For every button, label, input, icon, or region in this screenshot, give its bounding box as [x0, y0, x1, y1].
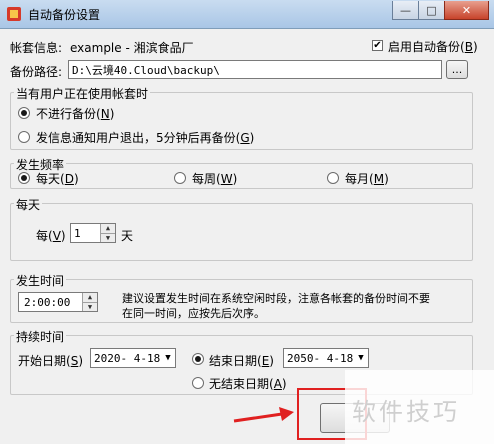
start-date-value: 2020- 4-18 — [94, 351, 161, 365]
day-unit-label: 天 — [121, 229, 134, 243]
end-date-radio[interactable] — [192, 353, 204, 365]
auto-backup-checkbox[interactable]: ✔ — [372, 40, 383, 51]
start-date-label: 开始日期(S) — [18, 354, 84, 368]
day-interval-stepper[interactable]: 1 ▲ ▼ — [70, 223, 116, 243]
monthly-radio[interactable] — [327, 172, 339, 184]
browse-button[interactable]: ... — [446, 60, 468, 79]
radio-dot — [21, 110, 27, 116]
account-label: 帐套信息: — [10, 41, 63, 55]
check-icon: ✔ — [373, 39, 382, 51]
end-date-picker[interactable]: 2050- 4-18 ▼ — [283, 348, 369, 368]
frequency-group — [10, 163, 473, 189]
backup-path-input[interactable]: D:\云境40.Cloud\backup\ — [68, 60, 442, 79]
start-date-picker[interactable]: 2020- 4-18 ▼ — [90, 348, 176, 368]
day-interval-spin[interactable]: ▲ ▼ — [100, 224, 115, 242]
spin-down-icon[interactable]: ▼ — [83, 301, 97, 312]
in-use-legend: 当有用户正在使用帐套时 — [14, 85, 151, 102]
account-value: example - 湘滨食品厂 — [70, 41, 194, 55]
radio-dot — [21, 175, 27, 181]
notify-users-radio[interactable] — [18, 131, 30, 143]
time-spin[interactable]: ▲ ▼ — [82, 293, 97, 311]
no-end-date-label[interactable]: 无结束日期(A) — [209, 375, 287, 392]
time-hint-line1: 建议设置发生时间在系统空闲时段，注意各帐套的备份时间不要 — [122, 292, 430, 305]
time-legend: 发生时间 — [14, 272, 67, 289]
radio-dot — [195, 356, 201, 362]
chevron-down-icon[interactable]: ▼ — [354, 349, 368, 367]
maximize-icon: □ — [426, 3, 437, 17]
time-stepper[interactable]: 2:00:00 ▲ ▼ — [18, 292, 98, 312]
end-date-label[interactable]: 结束日期(E) — [209, 352, 274, 369]
notify-users-label[interactable]: 发信息通知用户退出，5分钟后再备份(G) — [36, 129, 254, 146]
weekly-radio[interactable] — [174, 172, 186, 184]
app-icon — [7, 7, 21, 21]
daily-legend: 每天 — [14, 196, 43, 213]
no-backup-label[interactable]: 不进行备份(N) — [36, 105, 114, 122]
spin-up-icon[interactable]: ▲ — [83, 293, 97, 302]
maximize-button[interactable]: □ — [418, 1, 445, 20]
daily-label[interactable]: 每天(D) — [36, 170, 79, 187]
minimize-icon: — — [400, 3, 411, 17]
window-title: 自动备份设置 — [28, 8, 101, 22]
close-button[interactable]: ✕ — [444, 1, 489, 20]
minimize-button[interactable]: — — [392, 1, 419, 20]
no-end-date-radio[interactable] — [192, 377, 204, 389]
day-interval-value: 1 — [74, 226, 81, 240]
duration-legend: 持续时间 — [14, 328, 67, 345]
monthly-label[interactable]: 每月(M) — [345, 170, 389, 187]
spin-up-icon[interactable]: ▲ — [101, 224, 115, 233]
watermark-text: 软件技巧 — [352, 398, 460, 426]
red-arrow-icon — [233, 407, 294, 423]
no-backup-radio[interactable] — [18, 107, 30, 119]
every-label: 每(V) — [36, 229, 66, 243]
chevron-down-icon[interactable]: ▼ — [161, 349, 175, 367]
close-icon: ✕ — [461, 3, 472, 17]
daily-radio[interactable] — [18, 172, 30, 184]
end-date-value: 2050- 4-18 — [287, 351, 354, 365]
auto-backup-label[interactable]: 启用自动备份(B) — [388, 38, 478, 55]
weekly-label[interactable]: 每周(W) — [192, 170, 237, 187]
time-value: 2:00:00 — [24, 295, 71, 309]
spin-down-icon[interactable]: ▼ — [101, 232, 115, 243]
time-hint-line2: 在同一时间，应按先后次序。 — [122, 307, 265, 320]
backup-path-label: 备份路径: — [10, 65, 63, 79]
